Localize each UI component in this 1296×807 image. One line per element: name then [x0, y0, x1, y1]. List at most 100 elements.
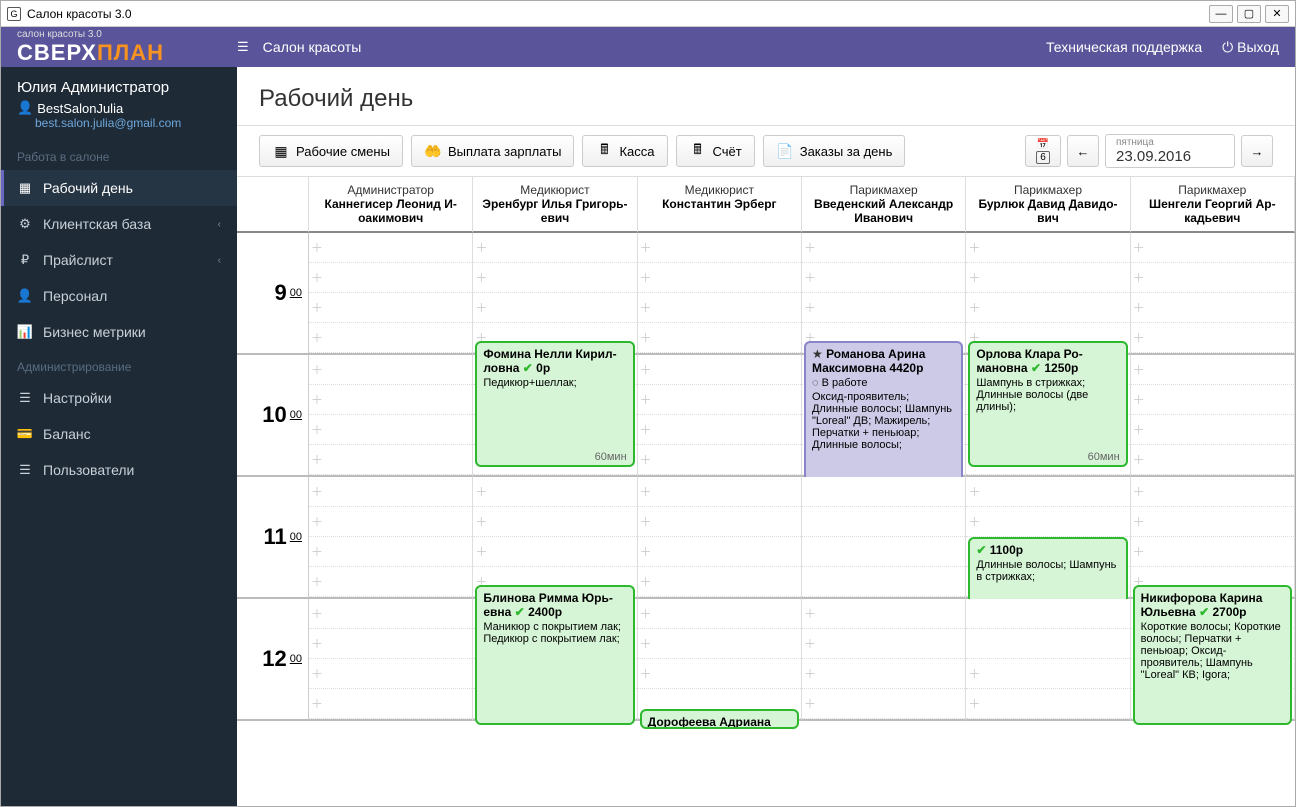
- add-slot-icon[interactable]: ＋: [311, 451, 323, 468]
- add-slot-icon[interactable]: ＋: [1133, 299, 1145, 316]
- calendar-button[interactable]: 📅 6: [1025, 135, 1061, 167]
- add-slot-icon[interactable]: ＋: [1133, 421, 1145, 438]
- add-slot-icon[interactable]: ＋: [311, 299, 323, 316]
- cell-9-3[interactable]: ＋＋＋＋: [802, 233, 966, 355]
- add-slot-icon[interactable]: ＋: [640, 421, 652, 438]
- appointment-card[interactable]: Дорофеева Адриана: [640, 709, 799, 729]
- cell-11-0[interactable]: ＋ ＋ ＋ ＋: [309, 477, 473, 599]
- add-slot-icon[interactable]: ＋: [475, 269, 487, 286]
- add-slot-icon[interactable]: ＋: [804, 635, 816, 652]
- nav-staff[interactable]: 👤 Персонал: [1, 278, 237, 314]
- cell-12-5[interactable]: Никифорова Карина Юльевна ✔ 2700р Коротк…: [1131, 599, 1295, 721]
- add-slot-icon[interactable]: ＋: [311, 573, 323, 590]
- user-email[interactable]: best.salon.julia@gmail.com: [17, 116, 221, 130]
- next-day-button[interactable]: →: [1241, 135, 1273, 167]
- cell-10-4[interactable]: Орлова Клара Ро­мановна ✔ 1250р Шампунь …: [966, 355, 1130, 477]
- add-slot-icon[interactable]: ＋: [968, 695, 980, 712]
- nav-pricelist[interactable]: ₽ Прайслист ‹: [1, 242, 237, 278]
- add-slot-icon[interactable]: ＋: [311, 391, 323, 408]
- add-slot-icon[interactable]: ＋: [1133, 329, 1145, 346]
- invoice-button[interactable]: 🖩 Счёт: [676, 135, 755, 167]
- add-slot-icon[interactable]: ＋: [968, 483, 980, 500]
- add-slot-icon[interactable]: ＋: [640, 451, 652, 468]
- cell-11-3[interactable]: [802, 477, 966, 599]
- nav-settings[interactable]: ☰ Настройки: [1, 380, 237, 416]
- cell-12-0[interactable]: ＋＋＋＋: [309, 599, 473, 721]
- add-slot-icon[interactable]: ＋: [640, 329, 652, 346]
- add-slot-icon[interactable]: ＋: [311, 635, 323, 652]
- add-slot-icon[interactable]: ＋: [640, 269, 652, 286]
- add-slot-icon[interactable]: ＋: [640, 361, 652, 378]
- cell-10-2[interactable]: ＋ ＋ ＋ ＋: [638, 355, 802, 477]
- cell-10-5[interactable]: ＋ ＋ ＋ ＋: [1131, 355, 1295, 477]
- add-slot-icon[interactable]: ＋: [1133, 483, 1145, 500]
- add-slot-icon[interactable]: ＋: [475, 239, 487, 256]
- cell-11-1[interactable]: ＋＋＋＋: [473, 477, 637, 599]
- add-slot-icon[interactable]: ＋: [311, 543, 323, 560]
- cell-10-0[interactable]: ＋＋＋＋: [309, 355, 473, 477]
- add-slot-icon[interactable]: ＋: [640, 299, 652, 316]
- add-slot-icon[interactable]: ＋: [1133, 269, 1145, 286]
- nav-balance[interactable]: 💳 Баланс: [1, 416, 237, 452]
- add-slot-icon[interactable]: ＋: [1133, 513, 1145, 530]
- add-slot-icon[interactable]: ＋: [311, 665, 323, 682]
- appointment-card[interactable]: Никифорова Карина Юльевна ✔ 2700р Коротк…: [1133, 585, 1292, 725]
- add-slot-icon[interactable]: ＋: [968, 665, 980, 682]
- add-slot-icon[interactable]: ＋: [640, 573, 652, 590]
- add-slot-icon[interactable]: ＋: [968, 513, 980, 530]
- add-slot-icon[interactable]: ＋: [475, 483, 487, 500]
- add-slot-icon[interactable]: ＋: [804, 299, 816, 316]
- add-slot-icon[interactable]: ＋: [475, 299, 487, 316]
- add-slot-icon[interactable]: ＋: [640, 605, 652, 622]
- menu-toggle-icon[interactable]: ☰: [237, 39, 249, 55]
- nav-users[interactable]: ☰ Пользователи: [1, 452, 237, 488]
- nav-clients[interactable]: ⚙ Клиентская база ‹: [1, 206, 237, 242]
- cell-12-4[interactable]: ＋＋: [966, 599, 1130, 721]
- add-slot-icon[interactable]: ＋: [640, 391, 652, 408]
- minimize-button[interactable]: —: [1209, 5, 1233, 23]
- add-slot-icon[interactable]: ＋: [311, 269, 323, 286]
- add-slot-icon[interactable]: ＋: [804, 269, 816, 286]
- exit-link[interactable]: ⏻ Выход: [1222, 39, 1279, 56]
- add-slot-icon[interactable]: ＋: [311, 421, 323, 438]
- add-slot-icon[interactable]: ＋: [1133, 239, 1145, 256]
- cell-12-3[interactable]: ＋＋＋＋: [802, 599, 966, 721]
- add-slot-icon[interactable]: ＋: [475, 513, 487, 530]
- add-slot-icon[interactable]: ＋: [968, 299, 980, 316]
- close-button[interactable]: ✕: [1265, 5, 1289, 23]
- add-slot-icon[interactable]: ＋: [1133, 543, 1145, 560]
- cell-12-1[interactable]: Блинова Римма Юрь­евна ✔ 2400р Маникюр с…: [473, 599, 637, 721]
- cell-9-5[interactable]: ＋ ＋ ＋ ＋: [1131, 233, 1295, 355]
- add-slot-icon[interactable]: ＋: [311, 329, 323, 346]
- cell-11-4[interactable]: ＋＋ ✔ 1100р Длинные волосы; Шам­пунь в ст…: [966, 477, 1130, 599]
- add-slot-icon[interactable]: ＋: [640, 513, 652, 530]
- add-slot-icon[interactable]: ＋: [311, 513, 323, 530]
- add-slot-icon[interactable]: ＋: [640, 635, 652, 652]
- cell-12-2[interactable]: ＋＋＋ Дорофеева Адриана: [638, 599, 802, 721]
- add-slot-icon[interactable]: ＋: [1133, 361, 1145, 378]
- maximize-button[interactable]: ▢: [1237, 5, 1261, 23]
- add-slot-icon[interactable]: ＋: [311, 483, 323, 500]
- cell-9-4[interactable]: ＋＋＋＋: [966, 233, 1130, 355]
- add-slot-icon[interactable]: ＋: [640, 483, 652, 500]
- add-slot-icon[interactable]: ＋: [640, 543, 652, 560]
- date-display[interactable]: пятница 23.09.2016: [1105, 134, 1235, 168]
- add-slot-icon[interactable]: ＋: [640, 239, 652, 256]
- add-slot-icon[interactable]: ＋: [1133, 391, 1145, 408]
- add-slot-icon[interactable]: ＋: [968, 239, 980, 256]
- cell-9-1[interactable]: ＋＋＋＋: [473, 233, 637, 355]
- nav-workday[interactable]: ▦ Рабочий день: [1, 170, 237, 206]
- schedule-scroll[interactable]: АдминистраторКаннегисер Леонид И­оакимов…: [237, 177, 1295, 806]
- add-slot-icon[interactable]: ＋: [640, 665, 652, 682]
- cell-11-5[interactable]: ＋＋＋＋: [1131, 477, 1295, 599]
- cell-11-2[interactable]: ＋ ＋ ＋ ＋: [638, 477, 802, 599]
- prev-day-button[interactable]: ←: [1067, 135, 1099, 167]
- add-slot-icon[interactable]: ＋: [804, 695, 816, 712]
- add-slot-icon[interactable]: ＋: [311, 239, 323, 256]
- cell-9-0[interactable]: ＋ ＋ ＋ ＋: [309, 233, 473, 355]
- appointment-card[interactable]: Фомина Нелли Кирил­ловна ✔ 0р Педикюр+ше…: [475, 341, 634, 467]
- add-slot-icon[interactable]: ＋: [311, 605, 323, 622]
- appointment-card[interactable]: Орлова Клара Ро­мановна ✔ 1250р Шампунь …: [968, 341, 1127, 467]
- add-slot-icon[interactable]: ＋: [1133, 451, 1145, 468]
- add-slot-icon[interactable]: ＋: [804, 239, 816, 256]
